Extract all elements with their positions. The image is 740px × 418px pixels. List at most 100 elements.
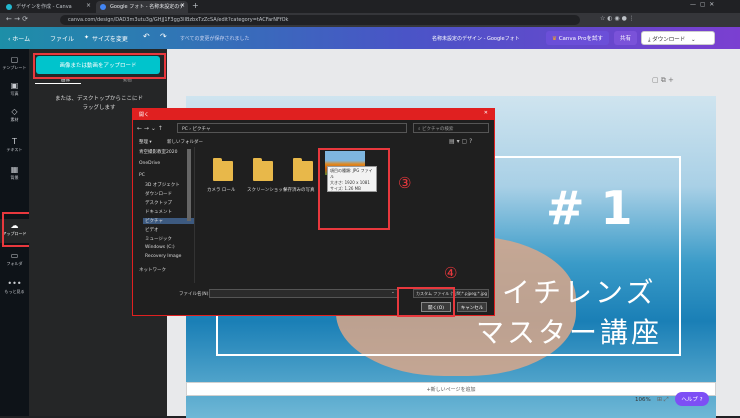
close-tab-icon[interactable]: × [86,2,91,9]
nav-label: フォルダ [6,261,23,266]
nav-arrows-icon[interactable]: ← → ⌄ ↑ [137,125,163,132]
tab-title: Google フォト - 名称未設定のデ [110,4,185,10]
nav-label: テンプレート [2,65,27,70]
design-line2-text[interactable]: マスター講座 [476,311,662,351]
dialog-title: 開く [139,112,150,118]
dialog-close-icon[interactable]: ✕ [484,110,488,116]
path-breadcrumb[interactable]: PC › ピクチャ [177,123,407,133]
nav-label: 背景 [10,175,19,180]
text-icon: T [12,137,17,146]
nav-label: もっと見る [4,289,25,294]
folder-label[interactable]: スクリーンショット [247,187,287,193]
zoom-level[interactable]: 106% [635,397,651,403]
search-placeholder: ピクチャの検索 [421,127,454,132]
nav-photos[interactable]: ▣ 写真 [0,79,29,103]
download-icon: ⤓ [648,37,651,43]
folder-icon[interactable] [253,157,275,181]
save-status: すべての変更が保存されました [180,36,250,42]
chevron-down-icon[interactable]: ⌄ [391,290,395,295]
cancel-button[interactable]: キャンセル [457,302,487,312]
folder-icon: ▭ [10,251,19,260]
folder-label[interactable]: 保存済みの写真 [283,187,315,193]
nav-text[interactable]: T テキスト [0,135,29,159]
nav-label: 素材 [10,117,19,122]
tree-item[interactable]: PC [139,173,145,178]
search-box[interactable]: ⌕ ピクチャの検索 [413,123,489,133]
download-button[interactable]: ⤓ ダウンロード ⌄ [641,31,715,45]
template-icon: ▢ [10,55,19,64]
nav-elements[interactable]: ◇ 素材 [0,105,29,129]
tree-item[interactable]: ドキュメント [145,209,172,215]
tree-item[interactable]: Windows (C:) [145,245,175,250]
sparkle-icon: ✦ [84,34,90,41]
grid-view-icon[interactable]: ⊞ ⤢ [657,396,669,404]
try-pro-button[interactable]: ♛ Canva Proを試す [546,31,609,45]
crown-icon: ♛ [552,36,557,42]
dialog-title-bar: 開く ✕ [133,109,494,120]
tree-item[interactable]: 3D オブジェクト [145,182,180,188]
filename-input[interactable] [209,289,399,298]
canva-favicon-icon [100,4,106,10]
help-button[interactable]: ヘルプ ? [675,392,709,406]
tab-underline [35,83,81,84]
add-page-button[interactable]: +新しいページを追加 [186,382,716,396]
folder-icon[interactable] [293,157,315,181]
browser-tab-bar: デザインを作成 - Canva × Google フォト - 名称未設定のデ ×… [0,0,740,13]
breadcrumb-pictures[interactable]: ピクチャ [193,127,211,132]
redo-icon[interactable]: ↷ [160,32,167,41]
close-tab-icon[interactable]: × [180,2,185,9]
browser-tab-1[interactable]: デザインを作成 - Canva × [2,1,94,13]
home-button[interactable]: ‹ ホーム [8,34,30,43]
tree-item[interactable]: デスクトップ [145,200,172,206]
annotation-box-4 [397,287,455,317]
tree-item[interactable]: 青空撮影教室2020 [139,149,177,155]
tree-item[interactable]: OneDrive [139,161,160,166]
share-button[interactable]: 共有 [614,31,638,45]
canva-favicon-icon [6,4,12,10]
window-controls[interactable]: — ▢ ✕ [690,1,714,8]
design-number-text[interactable]: # 1 [546,181,633,235]
browser-address-bar: ← → ⟳ canva.com/design/DAD3m3utu3g/GHjJ1… [0,13,740,27]
organize-button[interactable]: 整理 ▾ [139,139,152,145]
tree-item[interactable]: ダウンロード [145,191,172,197]
tree-item[interactable]: Recovery Image [145,254,181,259]
background-icon: ▦ [10,165,19,174]
undo-icon[interactable]: ↶ [143,32,150,41]
folder-label[interactable]: カメラ ロール [207,187,235,193]
chevron-down-icon: ⌄ [690,37,696,43]
folder-tree: 青空撮影教室2020 OneDrive PC 3D オブジェクト ダウンロード … [135,147,195,283]
page-toolbar-icons[interactable]: ▢ ⧉ + [652,76,674,85]
tree-item[interactable]: ビデオ [145,227,159,233]
tree-item[interactable]: ネットワーク [139,267,166,273]
annotation-label-4: ④ [444,264,458,282]
nav-label: 写真 [10,91,19,96]
filename-label: ファイル名(N): [179,292,210,297]
document-title[interactable]: 名称未設定のデザイン - Googleフォト [432,35,520,42]
annotation-label-3: ③ [398,174,412,192]
back-forward-reload-icon[interactable]: ← → ⟳ [6,15,28,23]
nav-more[interactable]: ••• もっと見る [0,277,29,301]
file-open-dialog: 開く ✕ ← → ⌄ ↑ PC › ピクチャ ⌕ ピクチャの検索 整理 ▾ 新し… [132,108,495,316]
nav-label: テキスト [6,147,23,152]
tree-item[interactable]: ミュージック [145,236,172,242]
nav-templates[interactable]: ▢ テンプレート [0,53,29,77]
view-options-icon[interactable]: ▤ ▾ ▢ ? [449,138,472,145]
annotation-box-2 [33,53,166,79]
nav-background[interactable]: ▦ 背景 [0,163,29,187]
breadcrumb-pc[interactable]: PC [182,127,188,132]
browser-tab-2[interactable]: Google フォト - 名称未設定のデ × [96,1,188,13]
file-menu[interactable]: ファイル [50,34,74,43]
elements-icon: ◇ [11,107,18,116]
design-line1-text[interactable]: イチレンズ [502,271,656,311]
tree-scrollbar[interactable] [187,149,191,221]
search-icon: ⌕ [418,127,421,132]
url-input[interactable]: canva.com/design/DAD3m3utu3g/GHjJ1F3gg3l… [60,15,580,25]
more-icon: ••• [7,279,22,288]
extension-icons[interactable]: ☆ ◐ ◉ ● ⋮ [600,15,635,22]
nav-folder[interactable]: ▭ フォルダ [0,249,29,273]
annotation-box-3 [318,148,390,230]
new-tab-button[interactable]: + [192,1,199,10]
new-folder-button[interactable]: 新しいフォルダー [167,139,203,145]
folder-icon[interactable] [213,157,235,181]
resize-button[interactable]: サイズを変更 [92,34,128,43]
